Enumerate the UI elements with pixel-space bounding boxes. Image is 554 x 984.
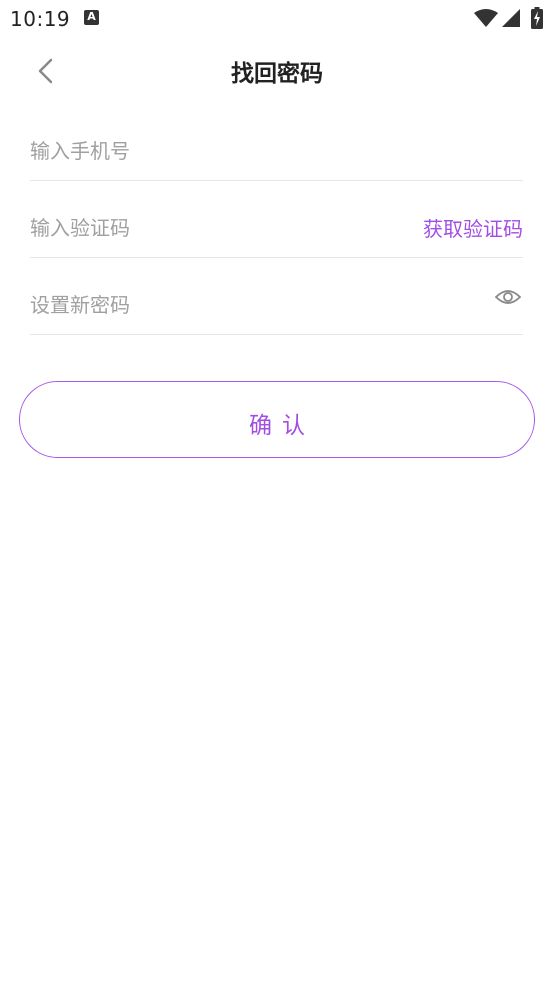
code-field-row: 获取验证码	[30, 181, 523, 258]
eye-icon	[494, 290, 522, 304]
get-code-button[interactable]: 获取验证码	[423, 213, 523, 242]
confirm-button[interactable]: 确认	[19, 381, 535, 458]
notification-a-icon: A	[84, 10, 99, 25]
phone-input[interactable]	[30, 131, 390, 171]
status-bar: 10:19 A	[0, 0, 554, 38]
signal-icon	[502, 9, 520, 27]
find-password-screen: 10:19 A 找回密码 获取验证码	[0, 0, 554, 984]
notification-letter: A	[87, 10, 96, 23]
header: 找回密码	[0, 40, 554, 102]
battery-charging-icon	[531, 7, 543, 29]
phone-field-row	[30, 103, 523, 181]
status-time: 10:19	[10, 7, 71, 31]
page-title: 找回密码	[231, 61, 323, 87]
password-visibility-toggle[interactable]	[493, 284, 523, 310]
confirm-label: 确认	[249, 413, 315, 439]
wifi-icon	[474, 9, 498, 27]
new-password-input[interactable]	[30, 285, 390, 325]
password-field-row	[30, 258, 523, 335]
verification-code-input[interactable]	[30, 208, 390, 248]
